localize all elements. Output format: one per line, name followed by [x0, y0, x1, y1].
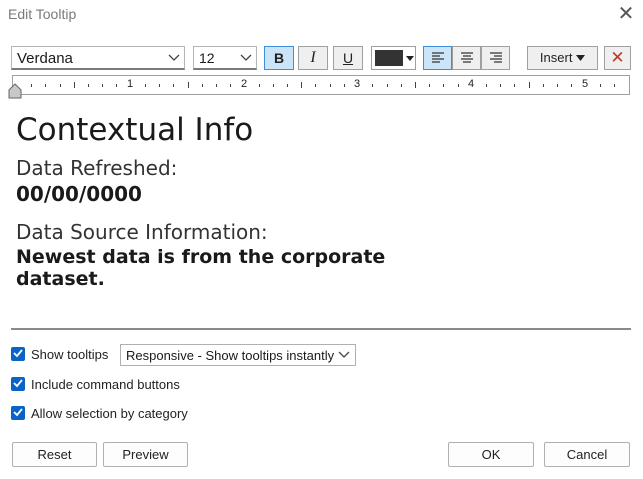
ruler-tick — [613, 84, 615, 87]
align-left-icon — [431, 52, 444, 63]
ruler-tick — [287, 84, 289, 87]
font-family-select[interactable]: Verdana — [11, 46, 185, 70]
ruler-tick — [272, 84, 274, 87]
ruler-tick — [159, 84, 161, 87]
ruler-tick — [372, 84, 374, 87]
editor-heading: Contextual Info — [16, 112, 254, 148]
align-right-icon — [489, 52, 502, 63]
ruler-number: 5 — [582, 78, 589, 90]
caret-down-icon — [576, 55, 586, 61]
ruler-tick — [258, 84, 260, 87]
ruler-number: 1 — [127, 78, 134, 90]
allow-selection-label: Allow selection by category — [31, 406, 188, 421]
allow-selection-checkbox[interactable] — [11, 406, 25, 420]
ruler-tick — [31, 84, 33, 87]
ruler-tick — [116, 84, 118, 87]
ruler-tick — [400, 84, 402, 87]
editor-label-refreshed: Data Refreshed: — [16, 156, 178, 180]
preview-button[interactable]: Preview — [103, 442, 188, 467]
ruler: 1 2 3 4 5 — [12, 75, 630, 95]
ruler-tick — [414, 82, 416, 88]
editor-value-date: 00/00/0000 — [16, 182, 142, 206]
align-left-button[interactable] — [423, 46, 452, 70]
chevron-down-icon — [338, 347, 350, 364]
ruler-tick — [59, 84, 61, 87]
ruler-tick — [329, 84, 331, 87]
align-right-button[interactable] — [481, 46, 510, 70]
align-center-button[interactable] — [452, 46, 481, 70]
ruler-tick — [500, 84, 502, 87]
ruler-tick — [230, 84, 232, 87]
cancel-button[interactable]: Cancel — [544, 442, 630, 467]
ruler-tick — [571, 84, 573, 87]
chevron-down-icon — [168, 50, 180, 67]
indent-marker-handle[interactable] — [8, 83, 22, 99]
ruler-tick — [215, 84, 217, 87]
tooltip-editor[interactable]: Contextual Info Data Refreshed: 00/00/00… — [11, 104, 631, 330]
ruler-tick — [542, 84, 544, 87]
ruler-number: 3 — [354, 78, 361, 90]
reset-button[interactable]: Reset — [12, 442, 97, 467]
check-icon — [13, 379, 23, 388]
editor-label-source: Data Source Information: — [16, 220, 268, 244]
ruler-tick — [386, 84, 388, 87]
insert-label: Insert — [539, 50, 573, 65]
color-swatch — [375, 50, 403, 66]
text-color-picker[interactable] — [371, 46, 416, 70]
insert-menu-button[interactable]: Insert — [527, 46, 598, 70]
dialog-title: Edit Tooltip — [8, 6, 77, 22]
close-icon[interactable]: ✕ — [614, 3, 638, 25]
tooltip-mode-value: Responsive - Show tooltips instantly — [126, 348, 335, 363]
align-center-icon — [460, 52, 473, 63]
ruler-tick — [144, 84, 146, 87]
caret-down-icon — [405, 47, 415, 75]
ruler-tick — [514, 84, 516, 87]
ok-button[interactable]: OK — [448, 442, 534, 467]
ruler-tick — [557, 84, 559, 87]
include-commands-checkbox[interactable] — [11, 377, 25, 391]
clear-formatting-button[interactable]: ✕ — [604, 46, 631, 70]
ruler-tick — [528, 82, 530, 88]
ruler-number: 2 — [241, 78, 248, 90]
bold-button[interactable]: B — [264, 46, 294, 70]
editor-value-source: Newest data is from the corporate datase… — [16, 246, 386, 290]
ruler-tick — [173, 84, 175, 87]
include-commands-label: Include command buttons — [31, 377, 180, 392]
ruler-tick — [343, 84, 345, 87]
font-size-value: 12 — [199, 50, 215, 66]
ruler-tick — [201, 84, 203, 87]
font-size-select[interactable]: 12 — [193, 46, 257, 70]
ruler-tick — [315, 84, 317, 87]
tooltip-mode-select[interactable]: Responsive - Show tooltips instantly — [120, 344, 356, 366]
show-tooltips-checkbox[interactable] — [11, 347, 25, 361]
font-family-value: Verdana — [17, 50, 73, 67]
ruler-tick — [102, 84, 104, 87]
ruler-tick — [443, 84, 445, 87]
ruler-tick — [599, 84, 601, 87]
ruler-tick — [187, 82, 189, 88]
underline-button[interactable]: U — [333, 46, 363, 70]
chevron-down-icon — [240, 50, 252, 67]
ruler-tick — [457, 84, 459, 87]
ruler-tick — [73, 82, 75, 88]
check-icon — [13, 349, 23, 358]
ruler-tick — [45, 84, 47, 87]
ruler-tick — [301, 82, 303, 88]
italic-button[interactable]: I — [298, 46, 328, 70]
ruler-tick — [486, 84, 487, 87]
ruler-tick — [88, 84, 90, 87]
ruler-tick — [429, 84, 431, 87]
show-tooltips-label: Show tooltips — [31, 347, 109, 362]
ruler-number: 4 — [468, 78, 475, 90]
check-icon — [13, 408, 23, 417]
